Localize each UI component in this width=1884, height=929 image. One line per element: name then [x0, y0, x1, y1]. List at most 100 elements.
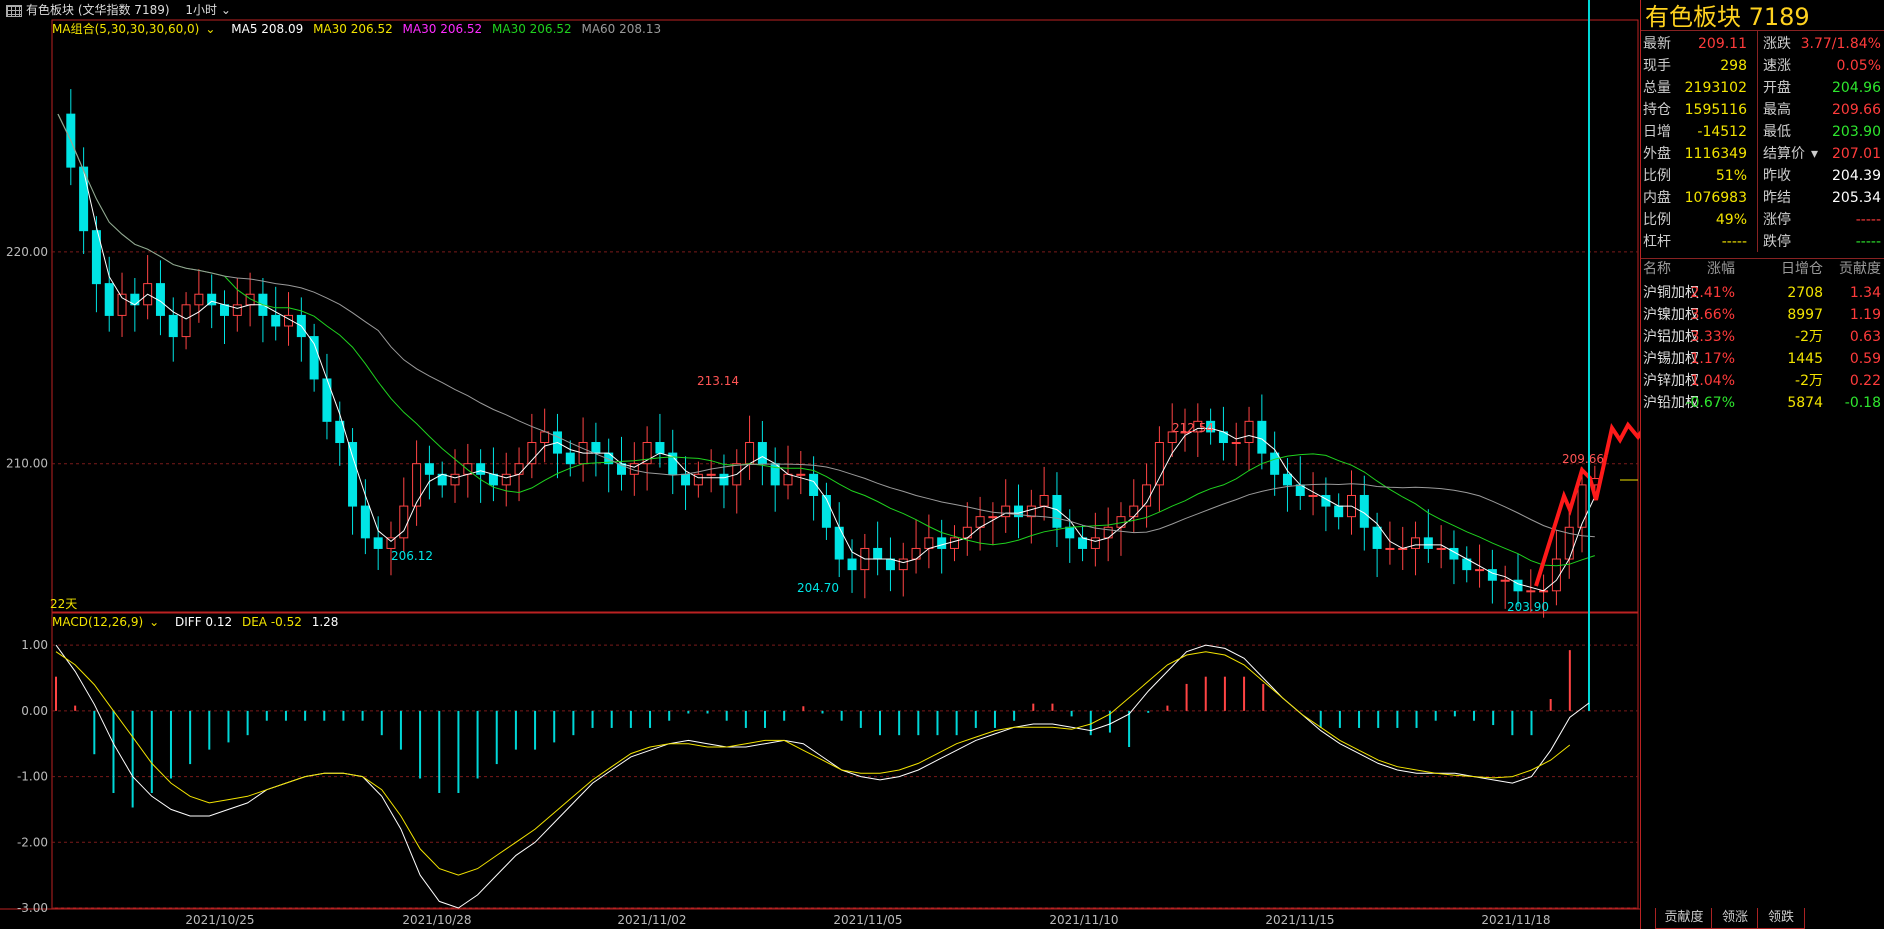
candle-body	[1026, 505, 1036, 518]
quote-label: 比例	[1643, 168, 1671, 184]
column-header: 日增仓	[1781, 261, 1823, 277]
chevron-down-icon: ⌄	[205, 22, 216, 36]
macd-tick-label: -2.00	[17, 835, 48, 849]
quote-row: 内盘 1076983 昨结 205.34	[1641, 187, 1884, 209]
contrib-value: 1.19	[1849, 307, 1881, 323]
candle-body	[745, 442, 755, 465]
period-selector[interactable]: 1小时 ⌄	[185, 3, 231, 17]
quote-label[interactable]: 结算价	[1763, 143, 1805, 165]
list-item[interactable]: 沪锡加权 1.17% 1445 0.59	[1641, 348, 1884, 370]
x-tick-label: 2021/11/02	[617, 913, 686, 927]
quote-row: 比例 51% 昨收 204.39	[1641, 165, 1884, 187]
grid-icon[interactable]	[6, 4, 22, 17]
ma-item: MA5 208.09	[231, 22, 304, 36]
diff-value: DIFF 0.12	[175, 615, 233, 629]
ma-group-selector[interactable]: MA组合(5,30,30,30,60,0) ⌄	[52, 22, 221, 36]
candle-body	[1564, 526, 1574, 560]
tab-contribution[interactable]: 贡献度	[1655, 908, 1713, 929]
list-item[interactable]: 沪铅加权 -0.67% 5874 -0.18	[1641, 392, 1884, 414]
quote-value: 3.77/1.84%	[1800, 36, 1881, 52]
ma-item: MA30 206.52	[492, 22, 572, 36]
candle-body	[655, 442, 665, 454]
contrib-value: 0.59	[1849, 351, 1881, 367]
list-item[interactable]: 沪铜加权 2.41% 2708 1.34	[1641, 282, 1884, 304]
chevron-down-icon[interactable]: ▾	[1811, 143, 1818, 165]
quote-label: 比例	[1643, 212, 1671, 228]
candle-body	[911, 547, 921, 560]
candle-body	[924, 537, 934, 549]
list-item[interactable]: 沪锌加权 1.04% -2万 0.22	[1641, 370, 1884, 392]
quote-value: 209.66	[1832, 102, 1881, 118]
candle-body	[488, 473, 498, 486]
macd-tick-label: 1.00	[21, 638, 48, 652]
quote-value: 51%	[1715, 168, 1747, 184]
quote-label: 涨停	[1763, 212, 1791, 228]
candle-body	[1270, 452, 1280, 475]
tab-leading-up[interactable]: 领涨	[1711, 908, 1759, 929]
macd-selector[interactable]: MACD(12,26,9) ⌄	[52, 615, 165, 629]
quote-value: 205.34	[1832, 190, 1881, 206]
macd-tick-label: -1.00	[17, 770, 48, 784]
instrument-title: 有色板块 (文华指数 7189)	[26, 3, 170, 17]
candle-body	[1423, 537, 1433, 549]
quote-value: -14512	[1697, 124, 1747, 140]
candle-body	[796, 473, 806, 476]
candle-body	[1090, 537, 1100, 549]
candle-body	[988, 516, 998, 519]
candle-body	[1231, 442, 1241, 445]
candle-body	[937, 537, 947, 549]
candle-body	[873, 547, 883, 560]
quote-row: 日增 -14512 最低 203.90	[1641, 121, 1884, 143]
chevron-down-icon: ⌄	[149, 615, 160, 629]
quote-label: 涨跌	[1763, 36, 1791, 52]
ma-item: MA30 206.52	[402, 22, 483, 36]
candle-body	[706, 473, 716, 476]
quote-value: 207.01	[1832, 146, 1881, 162]
candle-body	[1500, 579, 1510, 582]
contrib-value: 0.63	[1849, 329, 1881, 345]
candle-body	[514, 463, 524, 475]
candle-body	[1282, 473, 1292, 486]
contrib-change: 3.66%	[1690, 307, 1735, 323]
quote-label: 昨收	[1763, 168, 1791, 184]
candle-body	[540, 431, 550, 444]
tab-leading-down[interactable]: 领跌	[1757, 908, 1805, 929]
candle-body	[232, 304, 242, 316]
quote-label: 总量	[1643, 80, 1671, 96]
quote-row: 现手 298 速涨 0.05%	[1641, 55, 1884, 77]
x-tick-label: 2021/11/10	[1049, 913, 1118, 927]
candle-body	[322, 378, 332, 422]
quote-value: 49%	[1715, 212, 1747, 228]
quote-panel: 有色板块 7189 最新 209.11 涨跌 3.77/1.84% 现手 298 速涨 0.0…	[1640, 0, 1884, 929]
dea-value: DEA -0.52	[241, 615, 302, 629]
contrib-oi: 8997	[1787, 307, 1823, 323]
quote-value: -----	[1855, 234, 1881, 250]
candle-body	[245, 293, 255, 306]
candle-body	[1039, 494, 1049, 507]
contrib-value: 0.22	[1849, 373, 1881, 389]
quote-row: 外盘 1116349 结算价 ▾ 207.01	[1641, 143, 1884, 165]
candle-body	[181, 304, 191, 338]
candle-body	[1526, 590, 1536, 593]
ma-item: MA60 208.13	[581, 22, 662, 36]
period-label: 22天	[50, 597, 77, 611]
candle-body	[1372, 526, 1382, 549]
quote-label: 最低	[1763, 124, 1791, 140]
column-header: 贡献度	[1839, 261, 1881, 277]
list-item[interactable]: 沪铝加权 3.33% -2万 0.63	[1641, 326, 1884, 348]
candle-body	[1385, 547, 1395, 550]
quote-label: 内盘	[1643, 190, 1671, 206]
list-item[interactable]: 沪镍加权 3.66% 8997 1.19	[1641, 304, 1884, 326]
contrib-value: 1.34	[1849, 285, 1881, 301]
zigzag-marker	[1604, 421, 1640, 456]
x-tick-label: 2021/10/28	[402, 913, 471, 927]
price-tick-label: 220.00	[6, 245, 48, 259]
quote-value: 203.90	[1832, 124, 1881, 140]
quote-label: 速涨	[1763, 58, 1791, 74]
candle-body	[463, 463, 473, 475]
candle-body	[1244, 420, 1254, 444]
price-chart[interactable]: 220.00 210.00 1.00 0.00 -1.00 -2.00 -3.00 2021/…	[0, 0, 1640, 929]
quote-value: 204.39	[1832, 168, 1881, 184]
candle-body	[757, 442, 767, 465]
contrib-value: -0.18	[1844, 395, 1881, 411]
